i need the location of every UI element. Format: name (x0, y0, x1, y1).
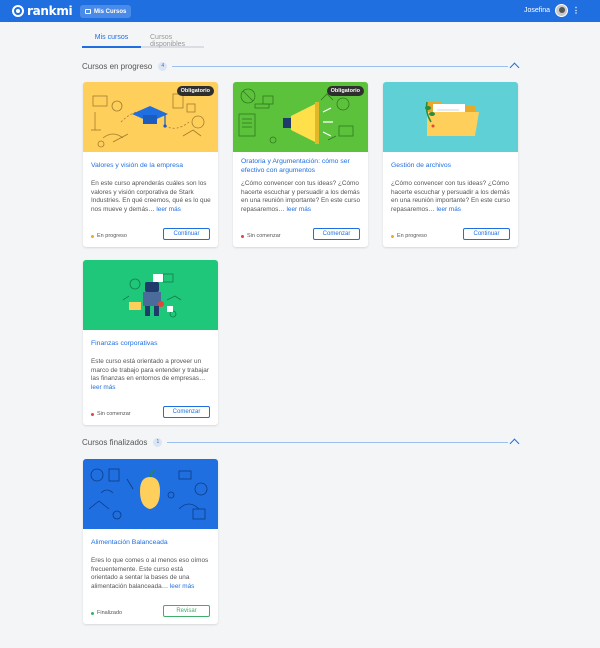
chevron-up-icon[interactable] (509, 62, 520, 73)
status-label: En progreso (97, 233, 127, 239)
read-more-link[interactable]: leer más (170, 583, 195, 590)
course-description: ¿Cómo convencer con tus ideas? ¿Cómo hac… (391, 180, 511, 214)
status-label: Sin comenzar (247, 233, 281, 239)
course-title[interactable]: Valores y visión de la empresa (91, 162, 211, 171)
course-illustration-oratory: Obligatorio (233, 82, 368, 152)
mandatory-badge: Obligatorio (176, 86, 214, 96)
mis-cursos-label: Mis Cursos (94, 8, 127, 15)
tab-mis-cursos[interactable]: Mis cursos (82, 34, 141, 48)
read-more-link[interactable]: leer más (91, 384, 116, 391)
course-card[interactable]: Alimentación Balanceada Eres lo que come… (83, 459, 218, 624)
read-more-link[interactable]: leer más (286, 206, 311, 213)
continue-button[interactable]: Continuar (463, 228, 510, 240)
course-title[interactable]: Oratoria y Argumentación: cómo ser efect… (241, 158, 361, 175)
status-indicator: Sin comenzar (91, 411, 131, 417)
status-dot (91, 611, 94, 615)
more-menu-icon[interactable]: ⋮ (572, 6, 580, 15)
tab-cursos-disponibles[interactable]: Cursos disponibles (141, 34, 204, 48)
status-dot (91, 412, 94, 416)
section-title: Cursos finalizados (82, 437, 148, 447)
course-card[interactable]: Gestión de archivos ¿Cómo convencer con … (383, 82, 518, 247)
status-dot (241, 234, 244, 238)
status-indicator: Finalizado (91, 610, 122, 616)
top-navbar: rankmi Mis Cursos Josefina ⋮ (0, 0, 600, 22)
count-badge: 4 (158, 61, 168, 71)
status-dot (391, 234, 394, 238)
section-header-finished: Cursos finalizados 1 (82, 436, 520, 449)
course-title[interactable]: Finanzas corporativas (91, 340, 211, 349)
course-tabs: Mis cursos Cursos disponibles (82, 34, 204, 48)
course-card[interactable]: Finanzas corporativas Este curso está or… (83, 260, 218, 425)
logo-icon (12, 5, 24, 17)
divider (172, 65, 508, 67)
read-more-link[interactable]: leer más (156, 206, 181, 213)
course-title[interactable]: Alimentación Balanceada (91, 539, 211, 548)
course-title[interactable]: Gestión de archivos (391, 162, 511, 171)
course-description: En este curso aprenderás cuáles son los … (91, 180, 211, 214)
user-name[interactable]: Josefina (524, 7, 550, 14)
mandatory-badge: Obligatorio (326, 86, 364, 96)
start-button[interactable]: Comenzar (313, 228, 360, 240)
course-description: ¿Cómo convencer con tus ideas? ¿Cómo hac… (241, 180, 361, 214)
course-illustration-files (383, 82, 518, 152)
continue-button[interactable]: Continuar (163, 228, 210, 240)
divider (167, 441, 508, 443)
section-title: Cursos en progreso (82, 61, 153, 71)
review-button[interactable]: Revisar (163, 605, 210, 617)
brand-logo[interactable]: rankmi (12, 4, 73, 18)
course-illustration-values: Obligatorio (83, 82, 218, 152)
course-list-icon (85, 9, 91, 14)
start-button[interactable]: Comenzar (163, 406, 210, 418)
status-label: Sin comenzar (97, 411, 131, 417)
status-indicator: Sin comenzar (241, 233, 281, 239)
course-illustration-finance (83, 260, 218, 330)
status-label: Finalizado (97, 610, 123, 616)
status-indicator: En progreso (91, 233, 127, 239)
status-label: En progreso (397, 233, 427, 239)
status-dot (91, 234, 94, 238)
course-card[interactable]: Obligatorio Oratoria y Argumentación: có… (233, 82, 368, 247)
avatar[interactable] (555, 4, 568, 17)
brand-name: rankmi (27, 4, 73, 18)
read-more-link[interactable]: leer más (436, 206, 461, 213)
course-illustration-nutrition (83, 459, 218, 529)
course-description: Este curso está orientado a proveer un m… (91, 358, 211, 392)
description-text: Este curso está orientado a proveer un m… (91, 358, 209, 383)
course-card[interactable]: Obligatorio Valores y visión de la empre… (83, 82, 218, 247)
status-indicator: En progreso (391, 233, 427, 239)
section-header-in-progress: Cursos en progreso 4 (82, 60, 520, 73)
chevron-up-icon[interactable] (509, 438, 520, 449)
course-description: Eres lo que comes o al menos eso oímos f… (91, 557, 211, 591)
count-badge: 1 (153, 437, 163, 447)
description-text: En este curso aprenderás cuáles son los … (91, 180, 211, 213)
mis-cursos-button[interactable]: Mis Cursos (80, 5, 132, 18)
